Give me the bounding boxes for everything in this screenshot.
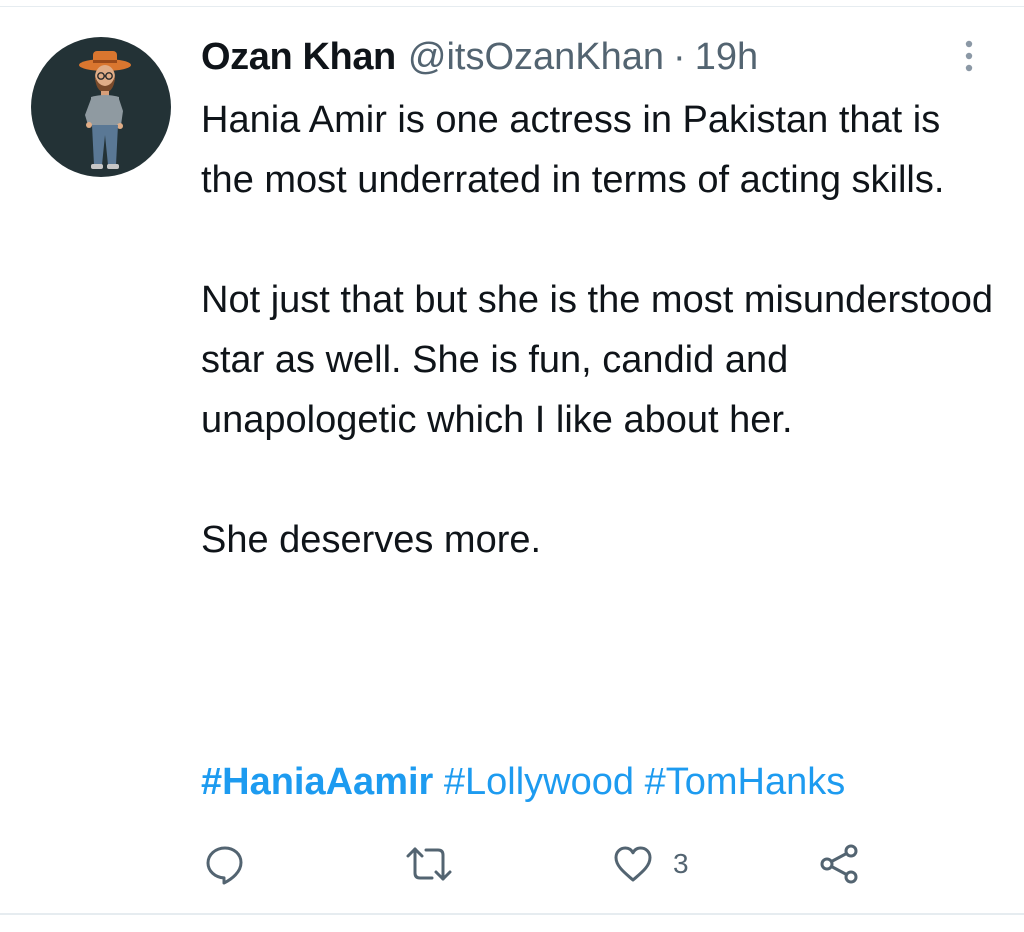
tweet-paragraph: Not just that but she is the most misund… [201,279,994,441]
top-divider [0,6,1024,7]
user-handle[interactable]: @itsOzanKhan [408,32,664,82]
share-icon [820,844,858,884]
retweet-icon [406,847,452,881]
reply-icon [206,846,243,885]
hashtag-link[interactable]: #TomHanks [645,761,846,803]
retweet-button[interactable] [403,836,455,892]
hashtag-link[interactable]: #Lollywood [444,761,634,803]
like-count: 3 [673,848,689,879]
tweet-body: Hania Amir is one actress in Pakistan th… [201,90,1001,570]
reply-button[interactable] [203,836,247,892]
heart-icon [614,846,652,882]
share-button[interactable] [818,836,862,892]
avatar-figure-icon [79,51,131,169]
hashtag-list: #HaniaAamir #Lollywood #TomHanks [201,752,845,812]
like-button[interactable]: 3 [611,836,689,892]
hashtag-link[interactable]: #HaniaAamir [201,761,433,803]
bottom-divider [0,913,1024,915]
avatar[interactable] [31,37,171,177]
more-options-icon[interactable] [957,38,981,74]
timestamp[interactable]: 19h [695,32,758,82]
tweet-paragraph: She deserves more. [201,519,542,561]
tweet-actions: 3 [0,836,1024,892]
display-name[interactable]: Ozan Khan [201,32,396,82]
tweet-paragraph: Hania Amir is one actress in Pakistan th… [201,99,945,201]
tweet-header: Ozan Khan @itsOzanKhan · 19h [201,32,758,82]
separator-dot: · [673,36,686,78]
